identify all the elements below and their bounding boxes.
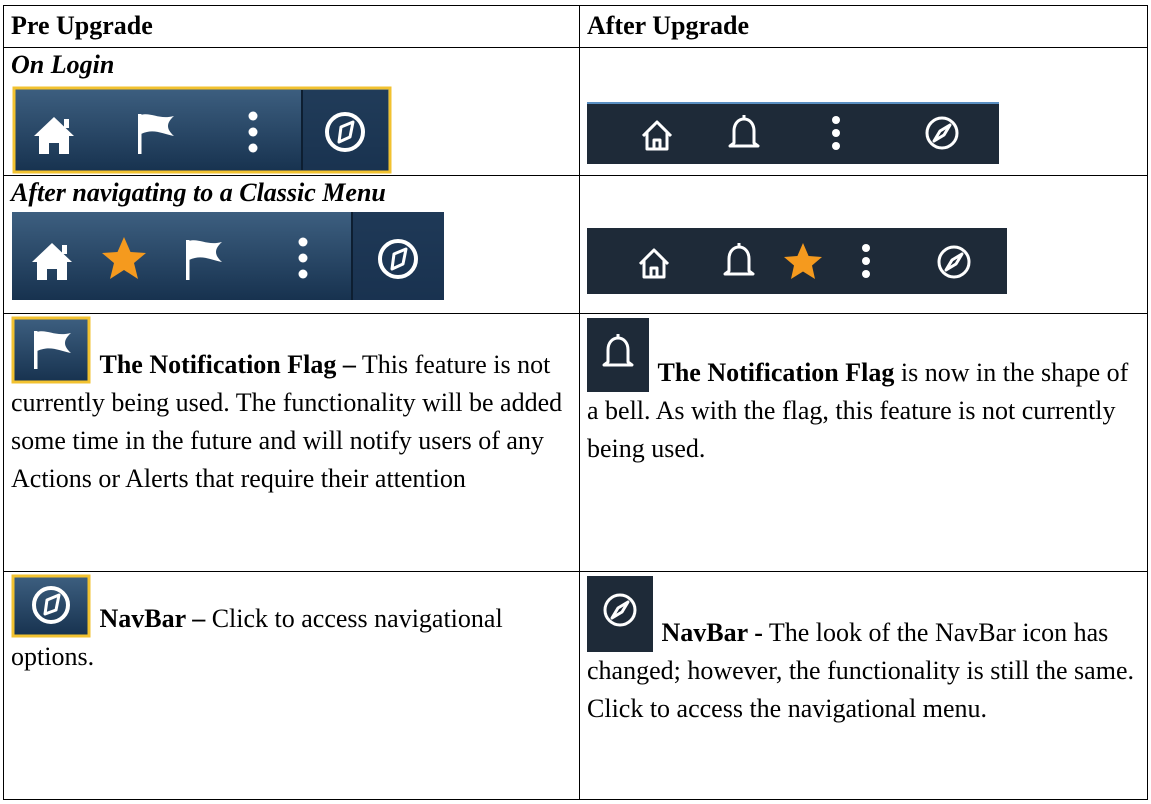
classic-after-cell	[579, 175, 1148, 314]
classic-menu-row: After navigating to a Classic Menu	[3, 175, 1148, 314]
on-login-pre-cell: On Login	[3, 47, 580, 176]
navbar-pre-cell: NavBar – Click to access navigational op…	[3, 571, 580, 800]
classic-pre-cell: After navigating to a Classic Menu	[3, 175, 580, 314]
more-vertical-icon[interactable]	[832, 116, 840, 150]
navbar-pre-title: NavBar –	[99, 604, 206, 633]
navbar-after-description: NavBar - The look of the NavBar icon has…	[587, 576, 1140, 728]
navbar-pre-description: NavBar – Click to access navigational op…	[11, 574, 572, 676]
navbar-row: NavBar – Click to access navigational op…	[3, 571, 1148, 800]
comparison-table: Pre Upgrade After Upgrade On Login After…	[3, 5, 1148, 800]
flag-after-title: The Notification Flag	[657, 358, 895, 387]
after-toolbar-login	[587, 102, 1140, 164]
more-vertical-icon[interactable]	[862, 244, 870, 278]
notification-flag-row: The Notification Flag – This feature is …	[3, 313, 1148, 572]
header-pre-cell: Pre Upgrade	[3, 5, 580, 48]
pre-toolbar-classic	[12, 212, 572, 300]
navbar-after-cell: NavBar - The look of the NavBar icon has…	[579, 571, 1148, 800]
compass-icon	[587, 576, 653, 652]
bell-icon	[587, 318, 649, 392]
flag-pre-cell: The Notification Flag – This feature is …	[3, 313, 580, 572]
header-after: After Upgrade	[587, 11, 749, 40]
flag-icon	[11, 316, 91, 384]
more-vertical-icon[interactable]	[298, 237, 308, 279]
header-after-cell: After Upgrade	[579, 5, 1148, 48]
flag-after-description: The Notification Flag is now in the shap…	[587, 318, 1140, 468]
header-row: Pre Upgrade After Upgrade	[3, 5, 1148, 48]
flag-after-cell: The Notification Flag is now in the shap…	[579, 313, 1148, 572]
flag-pre-description: The Notification Flag – This feature is …	[11, 316, 572, 498]
more-vertical-icon[interactable]	[248, 111, 258, 153]
on-login-after-cell	[579, 47, 1148, 176]
flag-pre-title: The Notification Flag –	[99, 350, 356, 379]
section-after-classic: After navigating to a Classic Menu	[11, 178, 386, 207]
navbar-after-title: NavBar -	[661, 618, 763, 647]
compass-icon	[11, 574, 91, 638]
pre-toolbar-login	[12, 86, 572, 174]
header-pre: Pre Upgrade	[11, 11, 153, 40]
on-login-row: On Login	[3, 47, 1148, 176]
section-on-login: On Login	[11, 50, 115, 79]
after-toolbar-classic	[587, 228, 1140, 294]
